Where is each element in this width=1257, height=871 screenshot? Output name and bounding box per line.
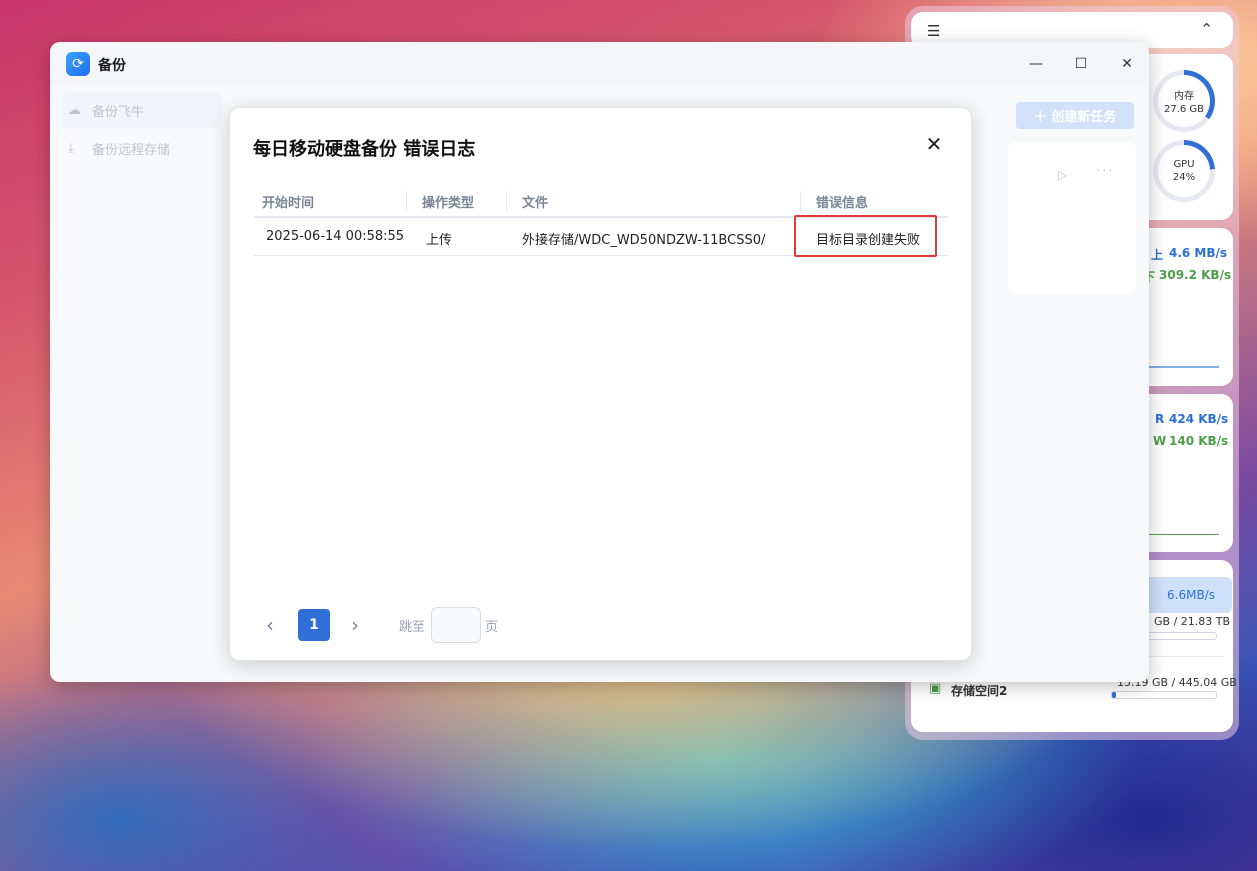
backup-app-icon: ⟳ — [66, 52, 90, 76]
table-header: 开始时间 操作类型 文件 错误信息 — [254, 184, 948, 218]
disk-write-rate: 140 KB/s — [1169, 434, 1229, 448]
storage-2-bar — [1111, 691, 1217, 699]
pagination: ‹ 1 › 跳至 页 — [260, 607, 560, 643]
disk-read-rate: 424 KB/s — [1169, 412, 1229, 426]
dialog-close-button[interactable]: ✕ — [922, 132, 946, 156]
disk-read-prefix: R — [1155, 412, 1165, 426]
page-1-button[interactable]: 1 — [298, 609, 330, 641]
error-log-table: 开始时间 操作类型 文件 错误信息 2025-06-14 00:58:55 上传… — [254, 184, 948, 257]
column-op-type[interactable]: 操作类型 — [422, 192, 474, 211]
page-suffix-label: 页 — [485, 620, 499, 635]
window-title: 备份 — [98, 58, 126, 74]
maximize-button[interactable]: ☐ — [1071, 54, 1091, 74]
collapse-icon[interactable]: ⌃ — [1200, 20, 1213, 38]
gpu-label: GPU — [1173, 159, 1195, 170]
title-bar[interactable]: ⟳ 备份 — ☐ ✕ — [50, 42, 1149, 86]
cell-file: 外接存储/WDC_WD50NDZW-11BCSS0/ — [522, 233, 766, 248]
cell-op-type: 上传 — [426, 233, 453, 248]
upload-prefix: 上 — [1151, 248, 1164, 262]
column-error-info[interactable]: 错误信息 — [816, 192, 868, 211]
gpu-gauge: GPU 24% — [1153, 140, 1215, 202]
error-log-dialog: 每日移动硬盘备份 错误日志 ✕ 开始时间 操作类型 文件 错误信息 2025-0… — [229, 107, 972, 661]
disk-sparkline — [1149, 534, 1219, 535]
column-file[interactable]: 文件 — [522, 192, 548, 211]
widget-settings-icon[interactable]: ☰ — [927, 22, 940, 40]
storage-1-usage: GB / 21.83 TB — [1154, 615, 1231, 628]
upload-rate: 4.6 MB/s — [1169, 246, 1228, 260]
transfer-speed: 6.6MB/s — [1167, 588, 1215, 602]
memory-gauge: 内存 27.6 GB — [1153, 70, 1215, 132]
storage-2-name: 存储空间2 — [951, 684, 1008, 698]
download-rate: 309.2 KB/s — [1159, 268, 1232, 282]
gpu-value: 24% — [1172, 172, 1196, 183]
memory-value: 27.6 GB — [1163, 104, 1205, 115]
minimize-button[interactable]: — — [1026, 54, 1046, 74]
prev-page-button[interactable]: ‹ — [260, 612, 280, 638]
dialog-title: 每日移动硬盘备份 错误日志 — [253, 139, 476, 160]
storage-icon: ▣ — [929, 681, 942, 696]
column-start-time[interactable]: 开始时间 — [262, 192, 314, 211]
network-sparkline — [1149, 366, 1219, 368]
close-window-button[interactable]: ✕ — [1117, 54, 1137, 74]
jump-page-input[interactable] — [431, 607, 481, 643]
memory-label: 内存 — [1174, 91, 1194, 102]
error-highlight-box — [794, 215, 937, 257]
next-page-button[interactable]: › — [345, 612, 365, 638]
table-row[interactable]: 2025-06-14 00:58:55 上传 外接存储/WDC_WD50NDZW… — [254, 215, 948, 257]
cell-start-time: 2025-06-14 00:58:55 — [266, 229, 405, 244]
jump-to-label: 跳至 — [399, 620, 426, 635]
disk-write-prefix: W — [1153, 434, 1167, 448]
